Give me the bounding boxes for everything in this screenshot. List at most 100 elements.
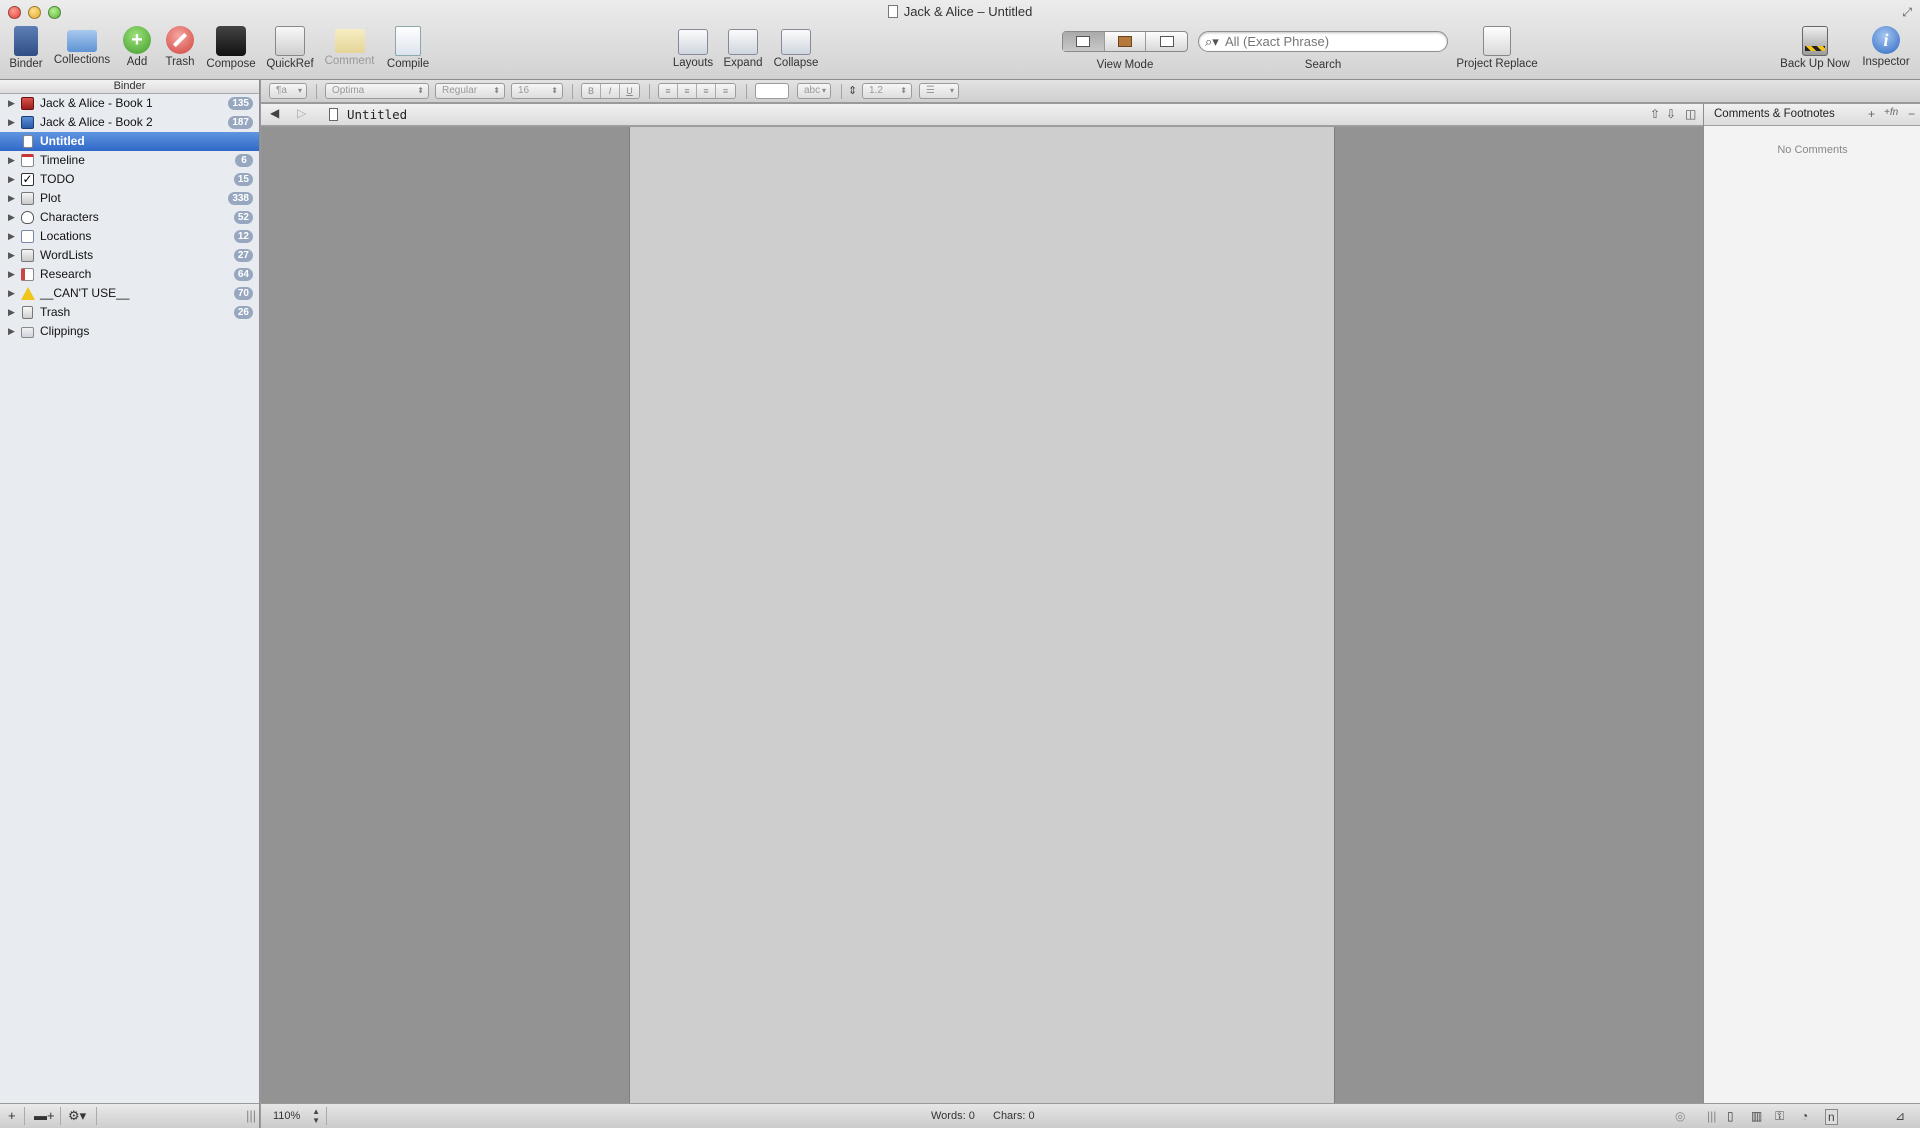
- text-color-well[interactable]: [755, 83, 789, 99]
- split-editor-icon[interactable]: ◫: [1685, 107, 1696, 121]
- binder-item-label: Jack & Alice - Book 1: [40, 96, 153, 110]
- binder-item-trash[interactable]: ▶ Trash 26: [0, 303, 259, 322]
- underline-button[interactable]: U: [620, 84, 639, 98]
- split-resize-handle-icon[interactable]: |||: [246, 1108, 256, 1123]
- mask-icon: [21, 211, 34, 224]
- previous-document-icon[interactable]: ⇧: [1650, 107, 1660, 121]
- list-style-dropdown[interactable]: ☰ ▾: [919, 83, 959, 99]
- target-icon[interactable]: ◎: [1675, 1109, 1685, 1123]
- status-bar: 110% ▲ ▼ Words: 0 Chars: 0 ◎ ||| ▯ ▥ ⚿ ◔ n…: [261, 1103, 1920, 1128]
- align-right-icon[interactable]: ≡: [697, 84, 716, 98]
- align-justify-icon[interactable]: ≡: [716, 84, 735, 98]
- add-footnote-icon[interactable]: +fn: [1884, 107, 1898, 118]
- binder-item-label: Plot: [40, 191, 61, 205]
- line-spacing-dropdown[interactable]: 1.2 ⬍: [862, 83, 912, 99]
- disclosure-triangle-icon[interactable]: ▶: [8, 189, 15, 208]
- disclosure-triangle-icon[interactable]: ▶: [8, 265, 15, 284]
- highlight-color-dropdown[interactable]: abc ▾: [797, 83, 831, 99]
- compile-toolbar-button[interactable]: Compile: [384, 26, 432, 70]
- keywords-key-icon[interactable]: ⚿: [1775, 1109, 1784, 1124]
- back-up-now-toolbar-button[interactable]: Back Up Now: [1778, 26, 1852, 70]
- search-icon[interactable]: ⌕▾: [1205, 34, 1219, 50]
- layouts-toolbar-button[interactable]: Layouts: [670, 26, 716, 69]
- binder-toolbar-button[interactable]: Binder: [7, 26, 45, 70]
- item-count-badge: 27: [233, 249, 253, 262]
- view-mode-outliner-segment[interactable]: [1146, 32, 1187, 51]
- align-left-icon[interactable]: ≡: [659, 84, 678, 98]
- binder-item-label: WordLists: [40, 248, 94, 262]
- navigate-back-icon[interactable]: ◀: [270, 106, 279, 120]
- view-mode-corkboard-segment[interactable]: [1105, 32, 1147, 51]
- info-icon: i: [1872, 26, 1900, 54]
- disclosure-triangle-icon[interactable]: ▶: [8, 246, 15, 265]
- disclosure-triangle-icon[interactable]: ▶: [8, 303, 15, 322]
- disclosure-triangle-icon[interactable]: ▶: [8, 170, 15, 189]
- editor-document-title[interactable]: Untitled: [347, 107, 407, 122]
- binder-item-timeline[interactable]: ▶ Timeline 6: [0, 151, 259, 170]
- view-mode-scrivenings-segment[interactable]: [1063, 32, 1105, 51]
- editor-page[interactable]: [629, 127, 1335, 1103]
- zoom-control[interactable]: 110% ▲ ▼: [267, 1107, 327, 1125]
- binder-item-cant-use[interactable]: ▶ __CAN'T USE__ 70: [0, 284, 259, 303]
- comment-toolbar-button[interactable]: Comment: [322, 26, 377, 67]
- binder-item-book-2[interactable]: ▶ Jack & Alice - Book 2 187: [0, 113, 259, 132]
- search-input[interactable]: [1225, 33, 1440, 50]
- collapse-toolbar-button[interactable]: Collapse: [771, 26, 821, 69]
- document-proxy-icon[interactable]: [887, 5, 898, 18]
- binder-item-research[interactable]: ▶ Research 64: [0, 265, 259, 284]
- expand-toolbar-button[interactable]: Expand: [722, 26, 764, 69]
- up-down-arrows-icon: ⬍: [900, 86, 907, 95]
- fullscreen-icon[interactable]: ⤢: [1902, 5, 1912, 20]
- inspector-toolbar-button[interactable]: i Inspector: [1858, 26, 1914, 68]
- title-toolbar: Jack & Alice – Untitled ⤢ Binder Collect…: [0, 0, 1920, 80]
- disclosure-triangle-icon[interactable]: ▶: [8, 208, 15, 227]
- document-icon: [23, 135, 33, 148]
- add-toolbar-button[interactable]: + Add: [121, 26, 153, 68]
- font-family-dropdown[interactable]: Optima ⬍: [325, 83, 429, 99]
- project-replace-toolbar-button[interactable]: Project Replace: [1455, 26, 1539, 70]
- align-center-icon[interactable]: ≡: [678, 84, 697, 98]
- add-folder-icon[interactable]: ▬+: [34, 1108, 55, 1123]
- gear-icon[interactable]: ⚙▾: [68, 1108, 86, 1124]
- split-resize-handle-icon[interactable]: |||: [1707, 1109, 1716, 1123]
- collections-toolbar-button[interactable]: Collections: [50, 26, 114, 66]
- disclosure-triangle-icon[interactable]: ▶: [8, 322, 15, 341]
- disclosure-triangle-icon[interactable]: ▶: [8, 227, 15, 246]
- binder-item-untitled[interactable]: Untitled: [0, 132, 259, 151]
- italic-button[interactable]: I: [601, 84, 620, 98]
- up-down-arrows-icon: ⬍: [551, 86, 558, 95]
- binder-item-characters[interactable]: ▶ Characters 52: [0, 208, 259, 227]
- binder-item-label: Locations: [40, 229, 92, 243]
- lock-icon[interactable]: ⊿: [1895, 1109, 1905, 1123]
- disclosure-triangle-icon[interactable]: ▶: [8, 151, 15, 170]
- binder-item-locations[interactable]: ▶ Locations 12: [0, 227, 259, 246]
- add-comment-icon[interactable]: +: [1868, 107, 1875, 121]
- comments-footnotes-icon[interactable]: n: [1825, 1109, 1838, 1125]
- next-document-icon[interactable]: ⇩: [1666, 107, 1676, 121]
- paragraph-style-dropdown[interactable]: ¶a ▾: [269, 83, 307, 99]
- binder-item-clippings[interactable]: ▶ Clippings: [0, 322, 259, 341]
- notes-icon[interactable]: ▯: [1727, 1109, 1734, 1123]
- remove-comment-icon[interactable]: −: [1908, 107, 1915, 121]
- quickref-toolbar-button[interactable]: QuickRef: [265, 26, 315, 70]
- binder-item-label: Research: [40, 267, 92, 281]
- binder-item-wordlists[interactable]: ▶ WordLists 27: [0, 246, 259, 265]
- font-weight-dropdown[interactable]: Regular ⬍: [435, 83, 505, 99]
- disclosure-triangle-icon[interactable]: ▶: [8, 94, 15, 113]
- compose-toolbar-button[interactable]: Compose: [205, 26, 257, 70]
- trash-toolbar-button[interactable]: Trash: [162, 26, 198, 68]
- stepper-arrows-icon[interactable]: ▲ ▼: [312, 1107, 320, 1125]
- add-item-icon[interactable]: +: [8, 1108, 16, 1123]
- format-bar: ¶a ▾ Optima ⬍ Regular ⬍ 16 ⬍ B I U ≡ ≡ ≡ ≡ a…: [261, 80, 1920, 103]
- snapshots-icon[interactable]: ◔: [1801, 1109, 1808, 1123]
- bold-button[interactable]: B: [582, 84, 601, 98]
- binder-item-todo[interactable]: ▶ ✓ TODO 15: [0, 170, 259, 189]
- quickref-icon: [275, 26, 305, 56]
- disclosure-triangle-icon[interactable]: ▶: [8, 284, 15, 303]
- disclosure-triangle-icon[interactable]: ▶: [8, 113, 15, 132]
- navigate-forward-icon[interactable]: ▷: [297, 106, 306, 120]
- font-size-dropdown[interactable]: 16 ⬍: [511, 83, 563, 99]
- binder-item-book-1[interactable]: ▶ Jack & Alice - Book 1 135: [0, 94, 259, 113]
- references-icon[interactable]: ▥: [1751, 1109, 1762, 1123]
- binder-item-plot[interactable]: ▶ Plot 338: [0, 189, 259, 208]
